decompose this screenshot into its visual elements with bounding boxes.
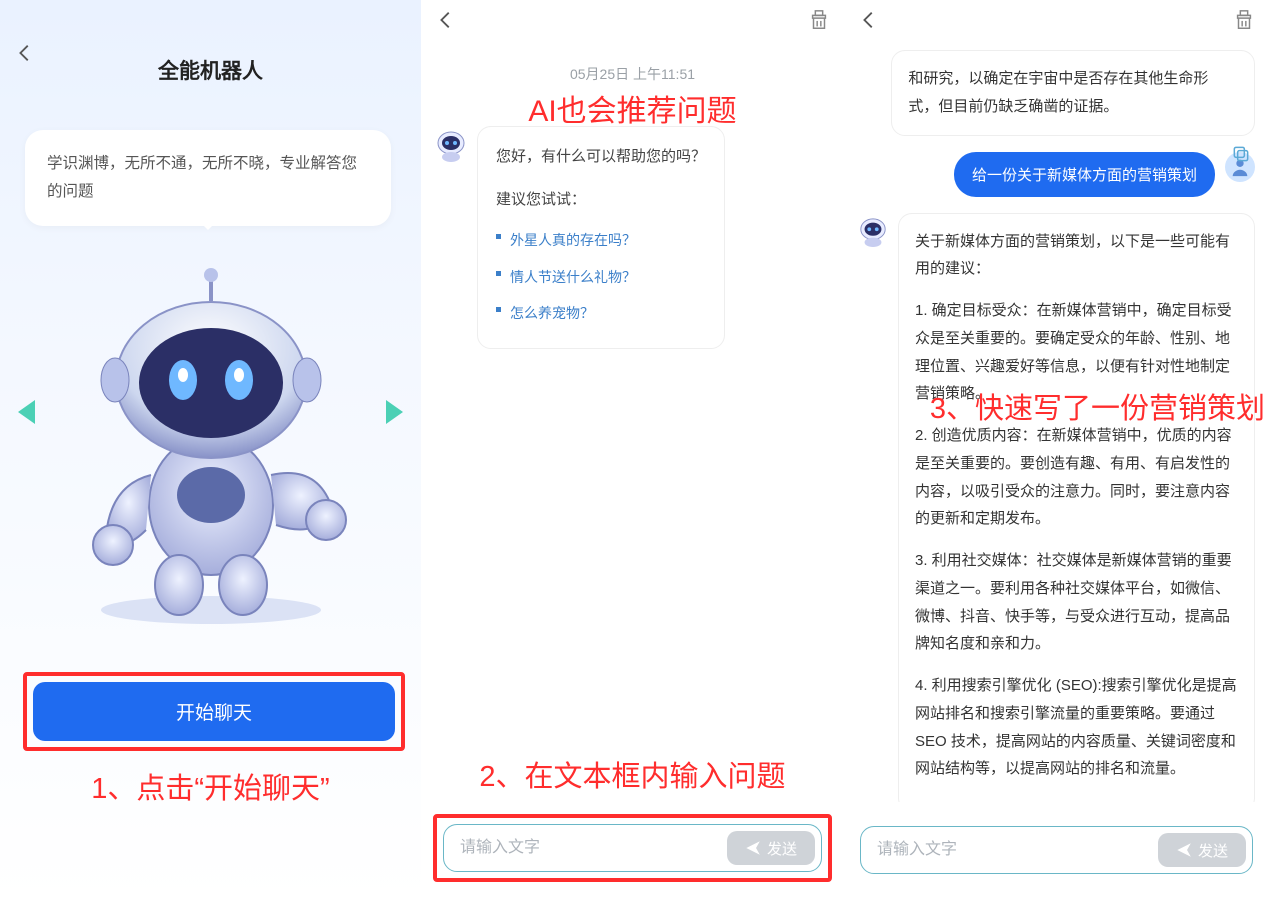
bot-bubble: 您好，有什么可以帮助您的吗？ 建议您试试： 外星人真的存在吗？ 情人节送什么礼物… <box>477 126 725 349</box>
reply-point: 2. 创造优质内容：在新媒体营销中，优质的内容是至关重要的。要创造有趣、有用、有… <box>915 422 1238 533</box>
chat-panel-reply: 和研究，以确定在宇宙中是否存在其他生命形式，但目前仍缺乏确凿的证据。 给一份关于… <box>844 0 1269 902</box>
message-input[interactable] <box>861 827 1152 873</box>
start-chat-button[interactable]: 开始聊天 <box>33 682 395 741</box>
greeting-text: 您好，有什么可以帮助您的吗？ <box>496 143 706 172</box>
cleanup-icon[interactable] <box>808 9 830 36</box>
intro-panel: 全能机器人 学识渊博，无所不通，无所不晓，专业解答您的问题 <box>0 0 421 902</box>
intro-bubble: 学识渊博，无所不通，无所不晓，专业解答您的问题 <box>25 130 391 226</box>
chat-panel-suggestions: 05月25日 上午11:51 AI也会推荐问题 您好，有什么可以帮助您的吗？ 建… <box>421 0 844 902</box>
suggestion-item[interactable]: 怎么养宠物？ <box>496 295 706 332</box>
bot-avatar-icon <box>435 130 467 162</box>
annotation-recommend: AI也会推荐问题 <box>421 86 844 130</box>
input-container: 发送 <box>860 826 1253 874</box>
user-bubble: 给一份关于新媒体方面的营销策划 <box>954 152 1215 197</box>
highlight-box: 发送 <box>433 814 832 882</box>
reply-point: 3. 利用社交媒体：社交媒体是新媒体营销的重要渠道之一。要利用各种社交媒体平台，… <box>915 547 1238 658</box>
annotation-step3: 3、快速写了一份营销策划 <box>930 385 1265 427</box>
reply-point: 4. 利用搜索引擎优化 (SEO):搜索引擎优化是提高网站排名和搜索引擎流量的重… <box>915 672 1238 783</box>
topbar <box>844 0 1269 44</box>
user-message-row: 给一份关于新媒体方面的营销策划 <box>858 152 1255 197</box>
send-button[interactable]: 发送 <box>727 831 815 865</box>
send-label: 发送 <box>767 838 797 859</box>
topbar <box>421 0 844 44</box>
bot-bubble: 关于新媒体方面的营销策划，以下是一些可能有用的建议： 1. 确定目标受众：在新媒… <box>898 213 1255 803</box>
bot-avatar-icon <box>858 217 888 247</box>
suggestion-list: 外星人真的存在吗？ 情人节送什么礼物？ 怎么养宠物？ <box>496 222 706 332</box>
bot-message-row: 和研究，以确定在宇宙中是否存在其他生命形式，但目前仍缺乏确凿的证据。 <box>858 50 1255 136</box>
bot-bubble: 和研究，以确定在宇宙中是否存在其他生命形式，但目前仍缺乏确凿的证据。 <box>891 50 1255 136</box>
timestamp: 05月25日 上午11:51 <box>421 64 844 84</box>
bot-message-row: 您好，有什么可以帮助您的吗？ 建议您试试： 外星人真的存在吗？ 情人节送什么礼物… <box>421 126 844 349</box>
back-icon[interactable] <box>858 9 880 36</box>
suggest-title: 建议您试试： <box>496 186 706 215</box>
send-label: 发送 <box>1198 840 1228 861</box>
annotation-step1: 1、点击“开始聊天” <box>0 765 421 807</box>
send-button[interactable]: 发送 <box>1158 833 1246 867</box>
suggestion-item[interactable]: 情人节送什么礼物？ <box>496 259 706 296</box>
robot-illustration <box>0 260 421 630</box>
copy-icon[interactable] <box>1231 144 1251 169</box>
suggestion-item[interactable]: 外星人真的存在吗？ <box>496 222 706 259</box>
input-bar: 发送 <box>860 826 1253 874</box>
input-bar: 发送 <box>443 824 822 872</box>
annotation-step2: 2、在文本框内输入问题 <box>421 753 844 795</box>
back-icon[interactable] <box>435 9 457 36</box>
message-input[interactable] <box>444 825 721 871</box>
cleanup-icon[interactable] <box>1233 9 1255 36</box>
reply-intro: 关于新媒体方面的营销策划，以下是一些可能有用的建议： <box>915 228 1238 284</box>
bot-message-row: 关于新媒体方面的营销策划，以下是一些可能有用的建议： 1. 确定目标受众：在新媒… <box>858 213 1255 803</box>
page-title: 全能机器人 <box>0 55 421 85</box>
highlight-box: 开始聊天 <box>23 672 405 751</box>
